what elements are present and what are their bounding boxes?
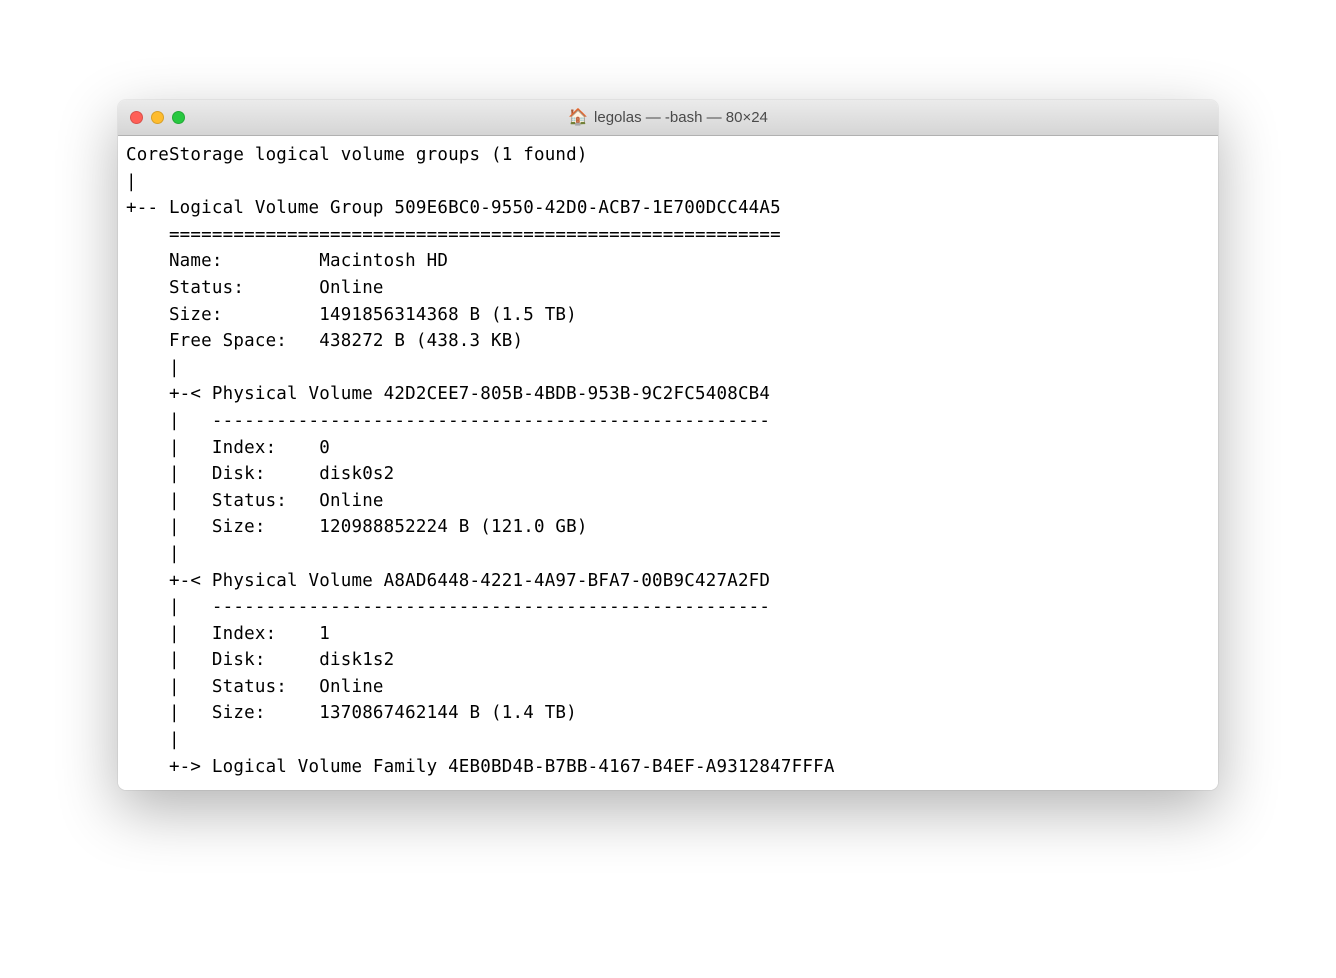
terminal-content[interactable]: CoreStorage logical volume groups (1 fou… [118, 136, 1218, 790]
titlebar[interactable]: 🏠 legolas — -bash — 80×24 [118, 100, 1218, 136]
zoom-button[interactable] [172, 111, 185, 124]
home-icon: 🏠 [568, 110, 588, 126]
minimize-button[interactable] [151, 111, 164, 124]
terminal-window: 🏠 legolas — -bash — 80×24 CoreStorage lo… [118, 100, 1218, 790]
close-button[interactable] [130, 111, 143, 124]
window-title: legolas — -bash — 80×24 [594, 109, 768, 126]
title-container: 🏠 legolas — -bash — 80×24 [118, 109, 1218, 126]
traffic-lights [130, 111, 185, 124]
